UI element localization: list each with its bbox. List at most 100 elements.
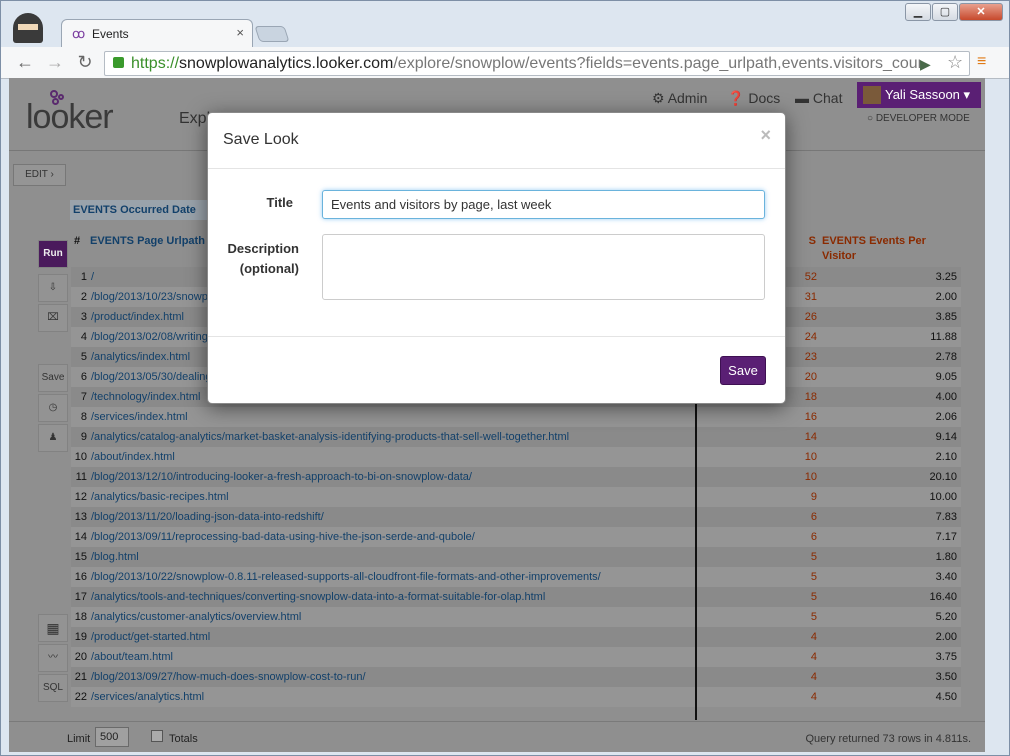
table-row: 21/blog/2013/09/27/how-much-does-snowplo… bbox=[71, 667, 961, 687]
events-cell: 5 bbox=[810, 611, 817, 623]
table-row: 8/services/index.html 16 2.06 bbox=[71, 407, 961, 427]
new-tab-button[interactable] bbox=[254, 26, 290, 42]
docs-link[interactable]: ❓ Docs bbox=[727, 90, 780, 107]
row-number: 8 bbox=[80, 411, 87, 423]
column-divider bbox=[695, 400, 697, 720]
chat-link[interactable]: ▬ Chat bbox=[795, 90, 842, 106]
edit-button[interactable]: EDIT › bbox=[13, 164, 66, 186]
row-number: 5 bbox=[80, 351, 87, 363]
events-per-visitor-cell: 3.75 bbox=[935, 651, 957, 663]
urlpath-cell[interactable]: /blog/2013/09/11/reprocessing-bad-data-u… bbox=[91, 527, 691, 547]
admin-link[interactable]: ⚙ Admin bbox=[652, 90, 707, 107]
save-button[interactable]: Save bbox=[720, 356, 766, 385]
close-window-button[interactable]: ✕ bbox=[959, 3, 1003, 21]
table-row: 12/analytics/basic-recipes.html 9 10.00 bbox=[71, 487, 961, 507]
lock-icon bbox=[113, 57, 124, 68]
minimize-button[interactable]: ▁ bbox=[905, 3, 931, 21]
events-per-visitor-cell: 2.00 bbox=[935, 631, 957, 643]
events-cell: 9 bbox=[810, 491, 817, 503]
close-icon[interactable]: × bbox=[760, 125, 771, 146]
urlpath-cell[interactable]: /product/get-started.html bbox=[91, 627, 691, 647]
table-row: 18/analytics/customer-analytics/overview… bbox=[71, 607, 961, 627]
urlpath-cell[interactable]: /analytics/catalog-analytics/market-bask… bbox=[91, 427, 691, 447]
dialog-title: Save Look bbox=[223, 131, 299, 148]
reload-icon[interactable]: ↻ bbox=[73, 52, 97, 72]
looker-tab-icon: ꝏ bbox=[72, 26, 86, 41]
urlpath-cell[interactable]: /blog/2013/11/20/loading-json-data-into-… bbox=[91, 507, 691, 527]
url-text: https://snowplowanalytics.looker.com/exp… bbox=[131, 55, 921, 72]
row-number: 16 bbox=[74, 571, 87, 583]
page-action-icon[interactable]: ▶ bbox=[920, 56, 931, 73]
urlpath-cell[interactable]: /analytics/tools-and-techniques/converti… bbox=[91, 587, 691, 607]
events-per-visitor-cell: 2.00 bbox=[935, 291, 957, 303]
table-grid-icon[interactable]: ▦ bbox=[38, 614, 68, 642]
dialog-header: Save Look × bbox=[208, 113, 785, 169]
back-arrow-icon[interactable]: ← bbox=[13, 52, 37, 72]
urlpath-cell[interactable]: /blog.html bbox=[91, 547, 691, 567]
events-cell: 4 bbox=[810, 691, 817, 703]
table-row: 17/analytics/tools-and-techniques/conver… bbox=[71, 587, 961, 607]
forward-arrow-icon[interactable]: → bbox=[43, 52, 67, 72]
history-icon[interactable]: ◷ bbox=[38, 394, 68, 422]
tab-close-icon[interactable]: × bbox=[236, 25, 244, 40]
developer-mode-toggle[interactable]: ○ DEVELOPER MODE bbox=[867, 113, 970, 124]
looker-logo[interactable]: looker bbox=[26, 98, 114, 137]
urlpath-cell[interactable]: /blog/2013/09/27/how-much-does-snowplow-… bbox=[91, 667, 691, 687]
events-per-visitor-cell: 9.05 bbox=[935, 371, 957, 383]
row-number: 19 bbox=[74, 631, 87, 643]
events-per-visitor-cell: 3.40 bbox=[935, 571, 957, 583]
maximize-button[interactable]: ▢ bbox=[932, 3, 958, 21]
urlpath-cell[interactable]: /about/team.html bbox=[91, 647, 691, 667]
urlpath-cell[interactable]: /blog/2013/10/22/snowplow-0.8.11-release… bbox=[91, 567, 691, 587]
ninja-avatar-icon bbox=[13, 13, 43, 43]
urlpath-cell[interactable]: /services/index.html bbox=[91, 407, 691, 427]
download-icon[interactable]: ⇩ bbox=[38, 274, 68, 302]
row-number: 14 bbox=[74, 531, 87, 543]
events-cell: 16 bbox=[804, 411, 817, 423]
row-number: 22 bbox=[74, 691, 87, 703]
events-cell: 4 bbox=[810, 671, 817, 683]
urlpath-cell[interactable]: /analytics/customer-analytics/overview.h… bbox=[91, 607, 691, 627]
events-per-visitor-cell: 16.40 bbox=[929, 591, 957, 603]
description-textarea[interactable] bbox=[322, 234, 765, 300]
events-per-visitor-cell: 11.88 bbox=[930, 331, 957, 343]
save-look-dialog: Save Look × Title Description(optional) … bbox=[207, 112, 786, 404]
limit-input[interactable]: 500 bbox=[95, 727, 129, 747]
urlpath-cell[interactable]: /services/analytics.html bbox=[91, 687, 691, 707]
chart-icon[interactable]: 〰 bbox=[38, 644, 68, 672]
urlpath-cell[interactable]: /about/index.html bbox=[91, 447, 691, 467]
events-cell: 10 bbox=[804, 471, 817, 483]
user-icon[interactable]: ♟ bbox=[38, 424, 68, 452]
urlpath-cell[interactable]: /blog/2013/12/10/introducing-looker-a-fr… bbox=[91, 467, 691, 487]
save-side-button[interactable]: Save bbox=[38, 364, 68, 392]
events-cell: 4 bbox=[810, 651, 817, 663]
row-number: 12 bbox=[74, 491, 87, 503]
table-row: 16/blog/2013/10/22/snowplow-0.8.11-relea… bbox=[71, 567, 961, 587]
events-per-visitor-cell: 2.78 bbox=[935, 351, 957, 363]
tab-events[interactable]: ꝏ Events × bbox=[61, 19, 253, 47]
clear-icon[interactable]: ⌧ bbox=[38, 304, 68, 332]
address-bar[interactable]: https://snowplowanalytics.looker.com/exp… bbox=[104, 51, 970, 76]
sql-button[interactable]: SQL bbox=[38, 674, 68, 702]
date-filter-field[interactable]: EVENTS Occurred Date bbox=[70, 200, 210, 220]
table-row: 19/product/get-started.html 4 2.00 bbox=[71, 627, 961, 647]
totals-label: Totals bbox=[169, 733, 198, 745]
totals-checkbox[interactable] bbox=[151, 730, 163, 742]
table-row: 20/about/team.html 4 3.75 bbox=[71, 647, 961, 667]
bookmark-star-icon[interactable]: ☆ bbox=[947, 52, 963, 73]
table-row: 13/blog/2013/11/20/loading-json-data-int… bbox=[71, 507, 961, 527]
table-row: 15/blog.html 5 1.80 bbox=[71, 547, 961, 567]
events-cell: 6 bbox=[810, 511, 817, 523]
run-button[interactable]: Run bbox=[38, 240, 68, 268]
row-number: 6 bbox=[80, 371, 87, 383]
chrome-menu-icon[interactable]: ≡ bbox=[977, 53, 986, 71]
user-menu[interactable]: Yali Sassoon ▾ bbox=[857, 82, 981, 108]
avatar bbox=[863, 86, 881, 104]
title-input[interactable] bbox=[322, 190, 765, 219]
events-cell: 5 bbox=[810, 591, 817, 603]
urlpath-cell[interactable]: /analytics/basic-recipes.html bbox=[91, 487, 691, 507]
events-per-visitor-cell: 3.50 bbox=[935, 671, 957, 683]
col-header-events-per-visitor[interactable]: EVENTS Events Per Visitor bbox=[819, 231, 959, 267]
events-per-visitor-cell: 10.00 bbox=[929, 491, 957, 503]
events-cell: 10 bbox=[804, 451, 817, 463]
